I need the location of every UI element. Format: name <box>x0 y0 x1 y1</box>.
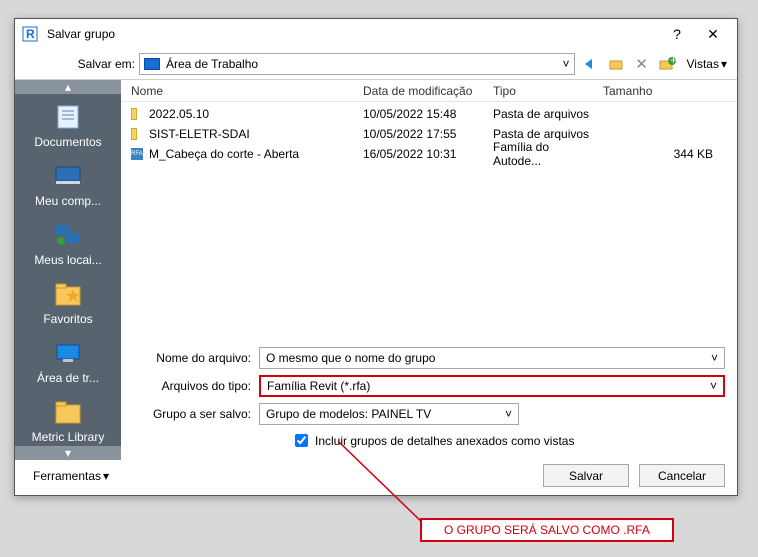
location-bar: Salvar em: Área de Trabalho ˅ ✕ + Vistas… <box>15 49 737 79</box>
chevron-down-icon: ▾ <box>721 57 727 71</box>
sidebar-item-label: Metric Library <box>17 430 119 444</box>
folder-icon <box>131 128 137 140</box>
path-dropdown[interactable]: Área de Trabalho ˅ <box>139 53 575 75</box>
help-button[interactable]: ? <box>659 20 695 48</box>
filename-input[interactable]: O mesmo que o nome do grupo˅ <box>259 347 725 369</box>
places-sidebar: ▴ Documentos Meu comp... Meus locai... F… <box>15 80 121 460</box>
file-date: 10/05/2022 17:55 <box>357 127 487 141</box>
network-icon <box>51 220 85 250</box>
save-group-dialog: R Salvar grupo ? ✕ Salvar em: Área de Tr… <box>14 18 738 496</box>
cancel-button[interactable]: Cancelar <box>639 464 725 487</box>
file-date: 10/05/2022 15:48 <box>357 107 487 121</box>
sidebar-item-metric-library[interactable]: Metric Library <box>15 393 121 452</box>
chevron-down-icon: ˅ <box>710 379 717 393</box>
file-name: 2022.05.10 <box>143 107 357 121</box>
sidebar-item-label: Favoritos <box>17 312 119 326</box>
sidebar-item-documents[interactable]: Documentos <box>15 98 121 157</box>
sidebar-item-label: Meu comp... <box>17 194 119 208</box>
sidebar-item-label: Meus locai... <box>17 253 119 267</box>
favorites-icon <box>51 279 85 309</box>
dialog-footer: Ferramentas▾ Salvar Cancelar <box>15 460 737 495</box>
views-dropdown[interactable]: Vistas▾ <box>683 57 732 71</box>
chevron-down-icon: ˅ <box>505 407 512 421</box>
col-type[interactable]: Tipo <box>487 84 597 98</box>
chevron-down-icon: ˅ <box>562 57 569 71</box>
tools-dropdown[interactable]: Ferramentas▾ <box>33 469 109 483</box>
svg-text:R: R <box>26 27 35 41</box>
file-type: Pasta de arquivos <box>487 127 597 141</box>
desktop-icon <box>51 338 85 368</box>
sidebar-item-desktop[interactable]: Área de tr... <box>15 334 121 393</box>
svg-text:+: + <box>670 57 677 67</box>
rfa-icon: RFA <box>131 148 143 160</box>
desktop-icon <box>144 58 160 70</box>
folder-icon <box>51 397 85 427</box>
checkbox-label: Incluir grupos de detalhes anexados como… <box>315 434 574 448</box>
list-item[interactable]: SIST-ELETR-SDAI 10/05/2022 17:55 Pasta d… <box>125 124 733 144</box>
file-date: 16/05/2022 10:31 <box>357 147 487 161</box>
file-size: 344 KB <box>597 147 733 161</box>
chevron-down-icon: ▾ <box>103 469 109 483</box>
delete-icon[interactable]: ✕ <box>631 53 653 75</box>
save-button[interactable]: Salvar <box>543 464 629 487</box>
list-item[interactable]: RFA M_Cabeça do corte - Aberta 16/05/202… <box>125 144 733 164</box>
file-name: M_Cabeça do corte - Aberta <box>143 147 357 161</box>
sidebar-item-label: Área de tr... <box>17 371 119 385</box>
scroll-up-button[interactable]: ▴ <box>15 80 121 94</box>
include-detail-groups-checkbox[interactable]: Incluir grupos de detalhes anexados como… <box>291 431 725 450</box>
sidebar-item-computer[interactable]: Meu comp... <box>15 157 121 216</box>
fields-area: Nome do arquivo: O mesmo que o nome do g… <box>121 341 737 460</box>
file-list: Nome Data de modificação Tipo Tamanho 20… <box>121 80 737 460</box>
col-date[interactable]: Data de modificação <box>357 84 487 98</box>
group-label: Grupo a ser salvo: <box>149 407 259 421</box>
file-type: Família do Autode... <box>487 140 597 168</box>
path-text: Área de Trabalho <box>166 57 258 71</box>
list-rows[interactable]: 2022.05.10 10/05/2022 15:48 Pasta de arq… <box>121 102 737 341</box>
col-name[interactable]: Nome <box>125 84 357 98</box>
titlebar: R Salvar grupo ? ✕ <box>15 19 737 49</box>
sidebar-item-favorites[interactable]: Favoritos <box>15 275 121 334</box>
col-size[interactable]: Tamanho <box>597 84 733 98</box>
filetype-label: Arquivos do tipo: <box>149 379 259 393</box>
documents-icon <box>51 102 85 132</box>
up-folder-icon[interactable] <box>605 53 627 75</box>
sidebar-item-network[interactable]: Meus locai... <box>15 216 121 275</box>
save-in-label: Salvar em: <box>75 57 135 71</box>
computer-icon <box>51 161 85 191</box>
chevron-down-icon: ˅ <box>711 351 718 365</box>
new-folder-icon[interactable]: + <box>657 53 679 75</box>
revit-icon: R <box>21 25 39 43</box>
filename-label: Nome do arquivo: <box>149 351 259 365</box>
filetype-dropdown[interactable]: Família Revit (*.rfa)˅ <box>259 375 725 397</box>
file-type: Pasta de arquivos <box>487 107 597 121</box>
close-button[interactable]: ✕ <box>695 20 731 48</box>
main-area: ▴ Documentos Meu comp... Meus locai... F… <box>15 79 737 460</box>
list-item[interactable]: 2022.05.10 10/05/2022 15:48 Pasta de arq… <box>125 104 733 124</box>
group-dropdown[interactable]: Grupo de modelos: PAINEL TV˅ <box>259 403 519 425</box>
file-name: SIST-ELETR-SDAI <box>143 127 357 141</box>
annotation-callout: O GRUPO SERÁ SALVO COMO .RFA <box>420 518 674 542</box>
checkbox-input[interactable] <box>295 434 308 447</box>
list-header: Nome Data de modificação Tipo Tamanho <box>121 80 737 102</box>
dialog-title: Salvar grupo <box>47 27 659 41</box>
sidebar-item-label: Documentos <box>17 135 119 149</box>
folder-icon <box>131 108 137 120</box>
scroll-down-button[interactable]: ▾ <box>15 446 121 460</box>
back-icon[interactable] <box>579 53 601 75</box>
